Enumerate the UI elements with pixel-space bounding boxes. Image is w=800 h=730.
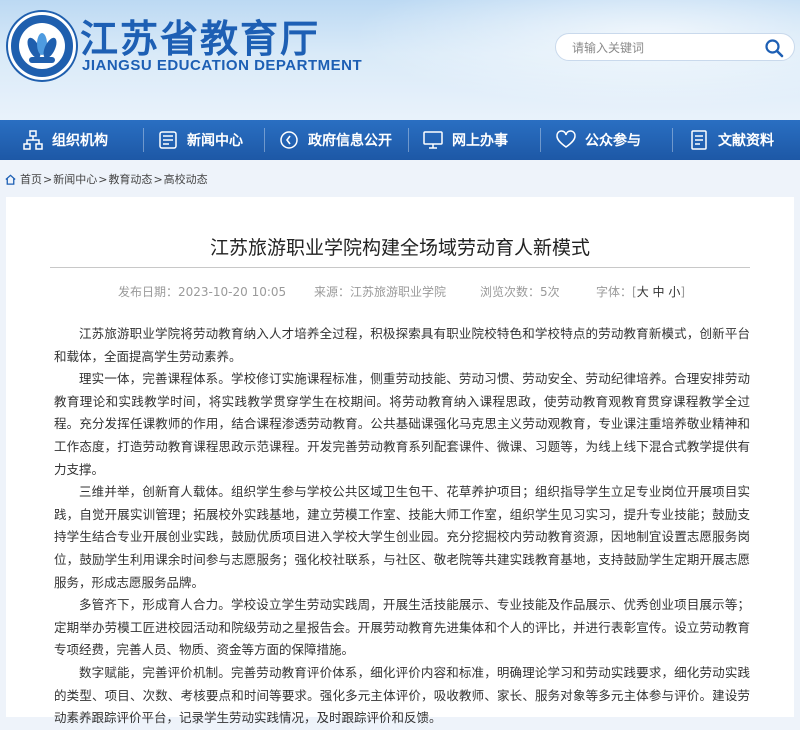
nav-item-news[interactable]: 新闻中心 [157,120,243,160]
documents-icon [691,130,707,150]
publish-date-value: 2023-10-20 10:05 [178,285,287,299]
nav-label: 政府信息公开 [308,133,392,149]
article-card: 江苏旅游职业学院构建全场域劳动育人新模式 发布日期：2023-10-20 10:… [6,197,794,725]
org-chart-icon [23,130,43,150]
font-size-control: 字体：[大 中 小] [596,285,686,299]
nav-label: 组织机构 [52,133,108,149]
publish-date-label: 发布日期： [118,285,179,299]
nav-item-documents[interactable]: 文献资料 [688,120,774,160]
education-department-logo-icon[interactable] [8,12,76,80]
views-value: 5次 [540,285,560,299]
nav-item-organization[interactable]: 组织机构 [22,120,108,160]
breadcrumb-separator: > [98,172,108,186]
site-title[interactable]: 江苏省教育厅 [80,8,320,63]
home-icon [5,173,16,185]
nav-item-info-disclosure[interactable]: 政府信息公开 [278,120,392,160]
breadcrumb-item-home[interactable]: 首页 [20,171,42,187]
breadcrumb-separator: > [43,172,53,186]
nav-label: 网上办事 [452,133,508,149]
article-paragraph: 江苏旅游职业学院将劳动教育纳入人才培养全过程，积极探索具有职业院校特色和学校特点… [54,326,750,364]
heart-icon [556,130,576,148]
article-source: 来源：江苏旅游职业学院 [314,283,446,300]
font-size-small[interactable]: 小 [668,285,680,299]
article-title: 江苏旅游职业学院构建全场域劳动育人新模式 [209,237,590,259]
source-value: 江苏旅游职业学院 [350,285,447,299]
font-size-label: 字体： [596,285,633,299]
info-disclosure-icon [280,131,298,149]
breadcrumb-item-education-news[interactable]: 教育动态 [108,171,152,187]
article-body: 江苏旅游职业学院将劳动教育纳入人才培养全过程，积极探索具有职业院校特色和学校特点… [54,323,750,730]
nav-label: 文献资料 [718,133,774,149]
article-paragraph: 理实一体，完善课程体系。学校修订实施课程标准，侧重劳动技能、劳动习惯、劳动安全、… [54,371,750,477]
publish-date: 发布日期：2023-10-20 10:05 [118,283,286,300]
breadcrumb-separator: > [153,172,163,186]
font-size-medium[interactable]: 中 [653,285,665,299]
nav-label: 公众参与 [585,133,641,149]
nav-item-online-service[interactable]: 网上办事 [422,120,508,160]
news-icon [159,131,177,149]
online-service-icon [423,131,443,149]
article-paragraph: 三维并举，创新育人载体。组织学生参与学校公共区域卫生包干、花草养护项目；组织指导… [54,484,750,590]
search-box [555,33,795,61]
main-nav: 组织机构 新闻中心 政府信息公开 网上办事 公众参与 文献资料 [0,120,800,160]
nav-item-public-participation[interactable]: 公众参与 [555,120,641,160]
breadcrumb-item-university-news[interactable]: 高校动态 [164,171,208,187]
search-input[interactable] [570,38,754,58]
view-count: 浏览次数：5次 [480,283,560,300]
article-paragraph: 多管齐下，形成育人合力。学校设立学生劳动实践周，开展生活技能展示、专业技能及作品… [54,597,750,658]
site-subtitle: JIANGSU EDUCATION DEPARTMENT [82,57,363,74]
nav-label: 新闻中心 [187,133,243,149]
breadcrumb: 首页 > 新闻中心 > 教育动态 > 高校动态 [4,170,208,188]
font-size-large[interactable]: 大 [637,285,649,299]
source-label: 来源： [314,285,351,299]
article-paragraph: 数字赋能，完善评价机制。完善劳动教育评价体系，细化评价内容和标准，明确理论学习和… [54,664,750,726]
title-divider [50,267,750,268]
site-header: 江苏省教育厅 JIANGSU EDUCATION DEPARTMENT [0,0,800,120]
breadcrumb-item-news[interactable]: 新闻中心 [53,171,97,187]
views-label: 浏览次数： [480,285,541,299]
search-icon[interactable] [764,38,784,58]
